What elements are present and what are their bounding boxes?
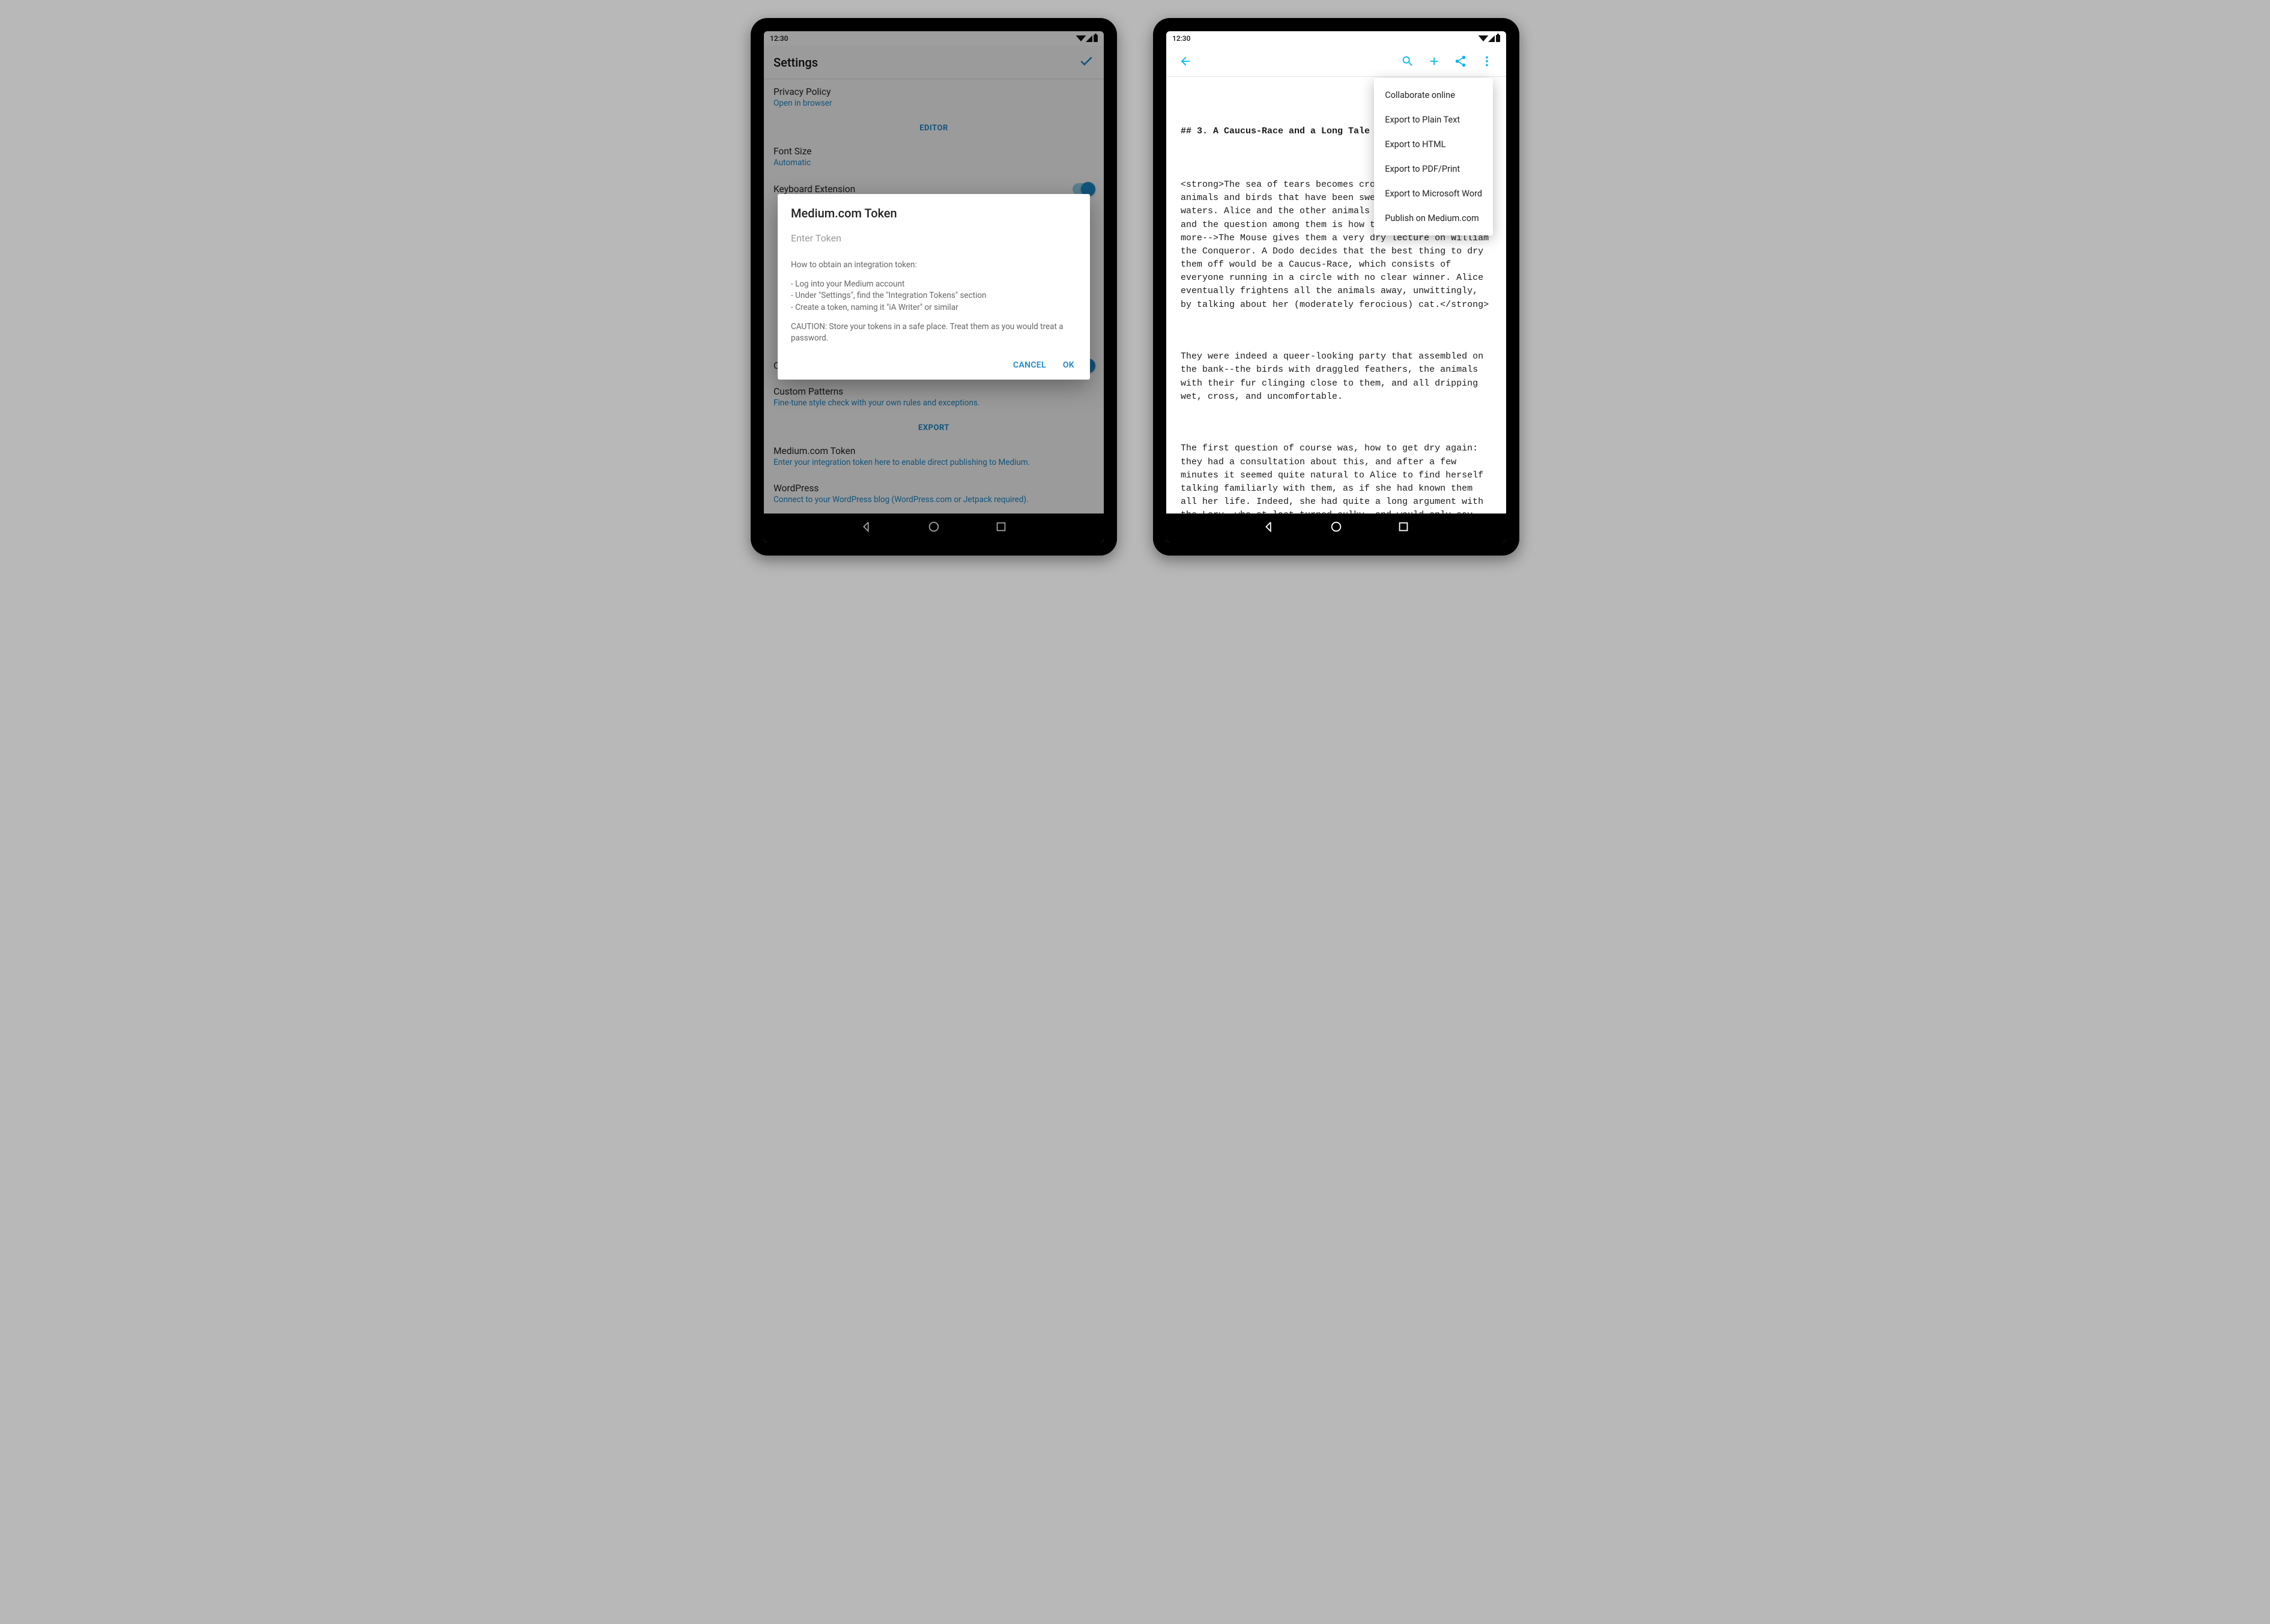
tablet-editor: 12:30 ## xyxy=(1153,18,1519,556)
share-icon[interactable] xyxy=(1448,49,1472,73)
editor-app-bar xyxy=(1166,46,1506,77)
tablet-settings: 12:30 Settings Privacy Policy Open in br… xyxy=(751,18,1117,556)
screen-settings: 12:30 Settings Privacy Policy Open in br… xyxy=(764,31,1104,542)
screen-editor: 12:30 ## xyxy=(1166,31,1506,542)
doc-paragraph: They were indeed a queer-looking party t… xyxy=(1181,350,1492,404)
status-bar: 12:30 xyxy=(1166,31,1506,46)
cancel-button[interactable]: CANCEL xyxy=(1013,360,1046,370)
dialog-title: Medium.com Token xyxy=(791,206,1077,220)
menu-export-pdf[interactable]: Export to PDF/Print xyxy=(1374,157,1493,181)
overflow-menu-icon[interactable] xyxy=(1475,49,1499,73)
nav-home-icon[interactable] xyxy=(1330,520,1343,536)
caution-text: CAUTION: Store your tokens in a safe pla… xyxy=(791,321,1077,345)
back-icon[interactable] xyxy=(1173,49,1197,73)
wifi-icon xyxy=(1479,35,1489,41)
howto-step: - Create a token, naming it "iA Writer" … xyxy=(791,302,1077,314)
token-input[interactable]: Enter Token xyxy=(791,232,1077,249)
menu-collaborate-online[interactable]: Collaborate online xyxy=(1374,83,1493,108)
medium-token-dialog: Medium.com Token Enter Token How to obta… xyxy=(778,194,1090,379)
signal-icon xyxy=(1488,35,1495,42)
battery-icon xyxy=(1496,35,1500,42)
share-menu: Collaborate online Export to Plain Text … xyxy=(1374,78,1493,235)
howto-step: - Log into your Medium account xyxy=(791,279,1077,291)
nav-back-icon[interactable] xyxy=(1262,520,1276,536)
howto-step: - Under "Settings", find the "Integratio… xyxy=(791,290,1077,302)
nav-recent-icon[interactable] xyxy=(1397,520,1410,536)
add-icon[interactable] xyxy=(1422,49,1446,73)
ok-button[interactable]: OK xyxy=(1063,360,1074,370)
dialog-actions: CANCEL OK xyxy=(791,352,1077,374)
menu-export-plain-text[interactable]: Export to Plain Text xyxy=(1374,108,1493,132)
menu-export-word[interactable]: Export to Microsoft Word xyxy=(1374,181,1493,206)
search-icon[interactable] xyxy=(1396,49,1420,73)
menu-export-html[interactable]: Export to HTML xyxy=(1374,132,1493,157)
howto-heading: How to obtain an integration token: xyxy=(791,259,1077,271)
status-icons xyxy=(1480,35,1500,42)
menu-publish-medium[interactable]: Publish on Medium.com xyxy=(1374,206,1493,231)
status-time: 12:30 xyxy=(1172,34,1480,43)
dialog-body: How to obtain an integration token: - Lo… xyxy=(791,259,1077,344)
nav-bar xyxy=(1166,514,1506,542)
